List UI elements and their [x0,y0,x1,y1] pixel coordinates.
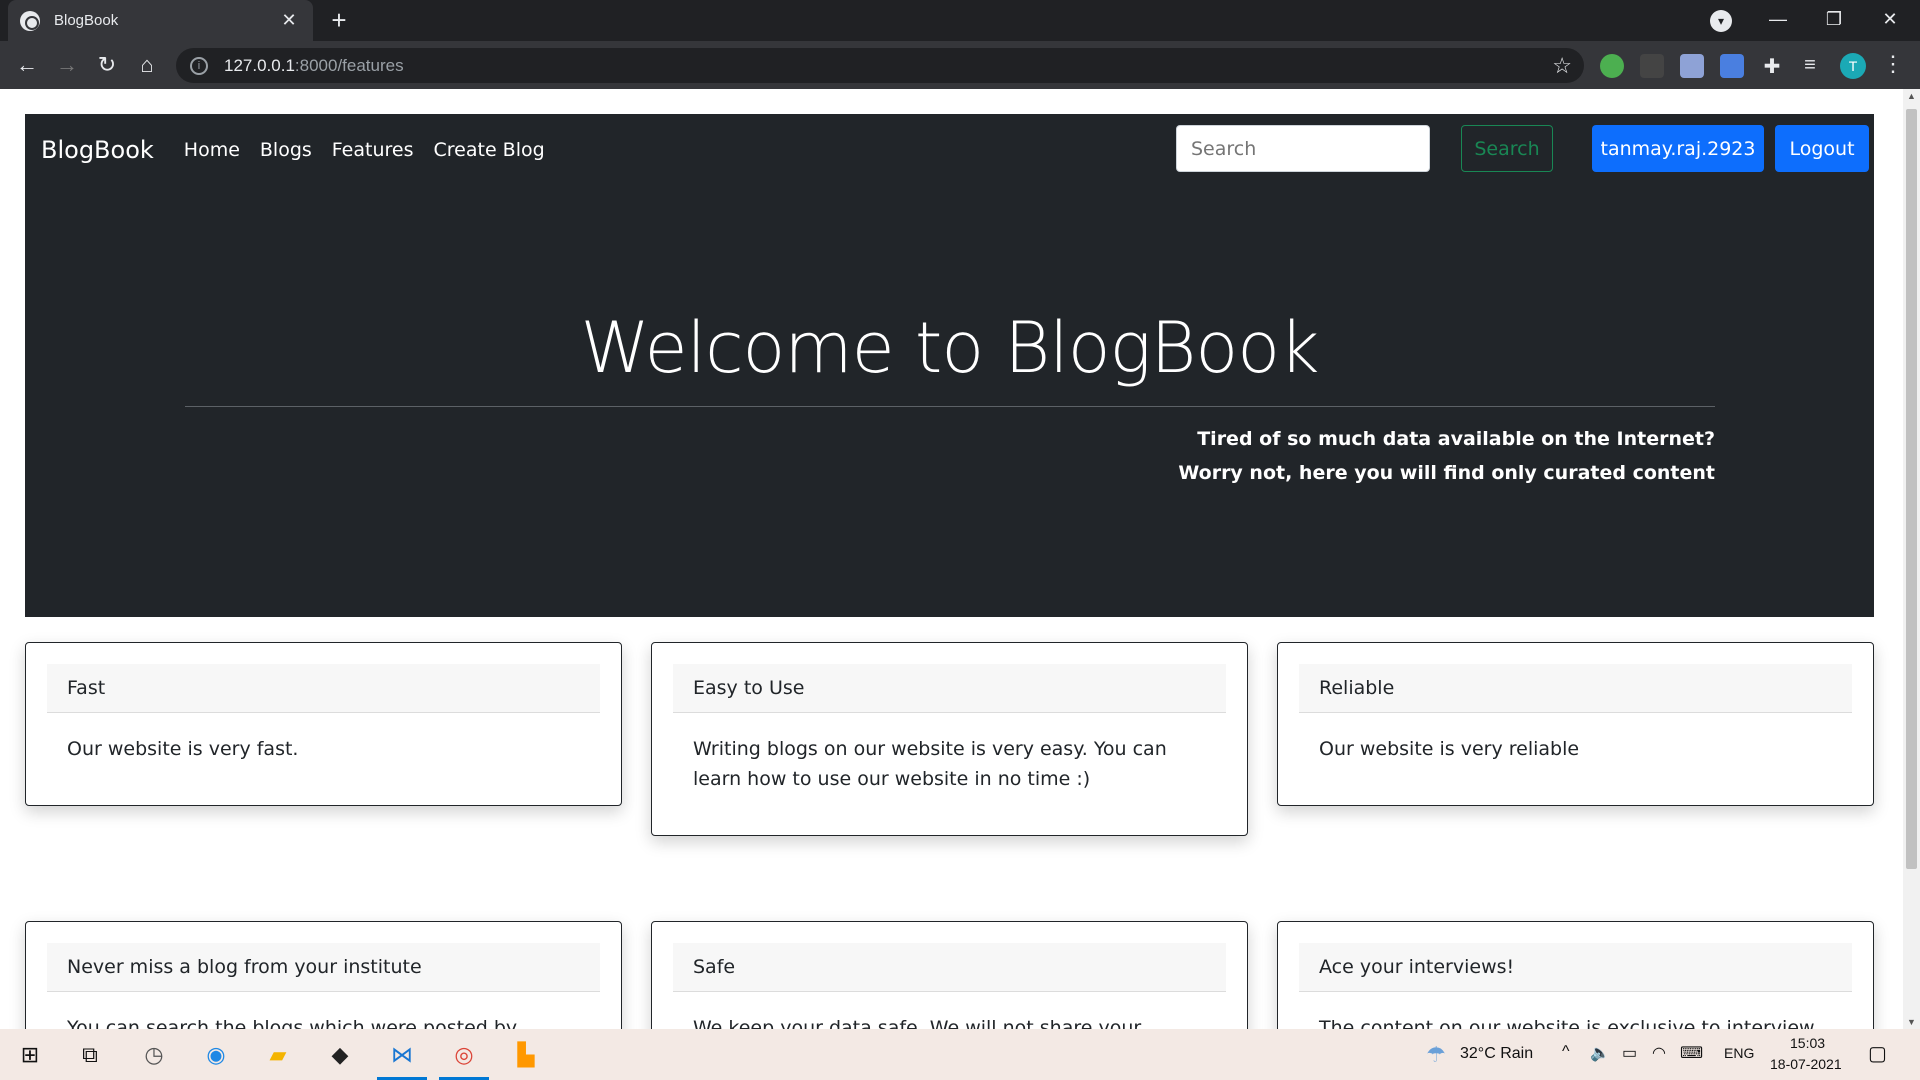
card-body: You can search the blogs which were post… [67,1017,518,1029]
scrollbar-thumb[interactable] [1906,109,1917,869]
search-button[interactable]: Search [1461,125,1553,172]
extension-glasses-icon[interactable] [1640,54,1664,78]
weather-text[interactable]: 32°C Rain [1460,1045,1533,1063]
extension-green-icon[interactable] [1600,54,1624,78]
game-app-icon[interactable]: ◆ [324,1039,356,1071]
windows-taskbar: ⊞ ⧉ ◷ ◉ ▰ ◆ ⋈ ◎ ▙ ☂ 32°C Rain ^ 🔈 ▭ ◠ ⌨ … [0,1029,1920,1080]
site-brand[interactable]: BlogBook [41,136,154,164]
feature-card: Fast Our website is very fast. [25,642,622,806]
nav-link-blogs[interactable]: Blogs [260,139,312,161]
site-navbar: BlogBook Home Blogs Features Create Blog… [25,114,1874,186]
clock-date[interactable]: 18-07-2021 [1770,1056,1842,1072]
edge-browser-icon[interactable]: ◉ [200,1039,232,1071]
url-path: :8000/features [294,55,404,75]
card-header: Safe [673,943,1226,992]
browser-toolbar: ← → ↻ ⌂ i 127.0.0.1 :8000/features ☆ ✚ ≡… [0,41,1920,89]
hero-tagline-1: Tired of so much data available on the I… [1197,428,1715,450]
sublime-text-icon[interactable]: ▙ [510,1039,542,1071]
reload-icon[interactable]: ↻ [92,51,122,81]
logout-button[interactable]: Logout [1775,125,1869,172]
browser-tabstrip: BlogBook ✕ + ▾ — ❐ ✕ [0,0,1920,41]
tab-title: BlogBook [54,12,119,29]
globe-icon [20,10,40,31]
notification-icon[interactable]: ▢ [1868,1041,1887,1066]
clock-time[interactable]: 15:03 [1790,1035,1825,1051]
card-body: Our website is very reliable [1319,738,1580,760]
extensions-puzzle-icon[interactable]: ✚ [1760,54,1784,78]
browser-menu-icon[interactable]: ⋮ [1882,51,1904,77]
site-info-icon[interactable]: i [190,56,208,75]
hero-section: BlogBook Home Blogs Features Create Blog… [25,114,1874,617]
address-bar[interactable]: i 127.0.0.1 :8000/features ☆ [176,48,1584,83]
weather-rain-icon[interactable]: ☂ [1420,1039,1452,1071]
home-icon[interactable]: ⌂ [132,51,162,81]
nav-link-home[interactable]: Home [184,139,240,161]
url-host: 127.0.0.1 [224,55,295,75]
hero-tagline-2: Worry not, here you will find only curat… [1178,462,1715,484]
chrome-icon[interactable]: ◎ [448,1039,480,1071]
feature-card: Reliable Our website is very reliable [1277,642,1874,806]
tab-close-icon[interactable]: ✕ [277,10,301,31]
profile-avatar[interactable]: T [1840,53,1866,79]
bookmark-star-icon[interactable]: ☆ [1552,53,1572,79]
translate-icon[interactable] [1720,54,1744,78]
user-button[interactable]: tanmay.raj.2923 [1592,125,1764,172]
card-header: Reliable [1299,664,1852,713]
nav-link-features[interactable]: Features [332,139,414,161]
back-icon[interactable]: ← [12,51,42,81]
windows-start-icon[interactable]: ⊞ [14,1039,46,1071]
search-input[interactable] [1176,125,1430,172]
extension-picture-icon[interactable] [1680,54,1704,78]
hero-title: Welcome to BlogBook [580,307,1319,389]
scroll-down-icon[interactable]: ▼ [1907,1017,1916,1027]
tray-chevron-icon[interactable]: ^ [1562,1043,1570,1061]
reading-list-icon[interactable]: ≡ [1798,54,1822,78]
card-header: Easy to Use [673,664,1226,713]
feature-card: Ace your interviews! The content on our … [1277,921,1874,1029]
card-header: Never miss a blog from your institute [47,943,600,992]
battery-icon[interactable]: ▭ [1622,1043,1637,1063]
scroll-up-icon[interactable]: ▲ [1907,91,1916,101]
vscode-icon[interactable]: ⋈ [386,1039,418,1071]
restore-button[interactable]: ❐ [1806,0,1862,41]
feature-card: Safe We keep your data safe. We will not… [651,921,1248,1029]
card-header: Ace your interviews! [1299,943,1852,992]
wifi-icon[interactable]: ◠ [1652,1043,1666,1063]
nav-link-create-blog[interactable]: Create Blog [434,139,545,161]
card-body: Our website is very fast. [67,738,299,760]
browser-tab[interactable]: BlogBook ✕ [8,0,313,41]
card-body: Writing blogs on our website is very eas… [693,738,1167,790]
keyboard-icon[interactable]: ⌨ [1680,1043,1703,1063]
tab-search-icon[interactable]: ▾ [1710,10,1732,32]
close-window-button[interactable]: ✕ [1862,0,1918,41]
page-scrollbar[interactable]: ▲ ▼ [1903,89,1920,1029]
task-view-icon[interactable]: ⧉ [74,1039,106,1071]
forward-icon[interactable]: → [52,51,82,81]
language-indicator[interactable]: ENG [1724,1045,1754,1061]
file-explorer-icon[interactable]: ▰ [262,1039,294,1071]
feature-card: Never miss a blog from your institute Yo… [25,921,622,1029]
card-header: Fast [47,664,600,713]
feature-card: Easy to Use Writing blogs on our website… [651,642,1248,836]
clock-app-icon[interactable]: ◷ [138,1039,170,1071]
minimize-button[interactable]: — [1750,0,1806,41]
page-viewport: BlogBook Home Blogs Features Create Blog… [0,89,1903,1029]
hero-divider [185,406,1715,407]
card-body: The content on our website is exclusive … [1319,1017,1815,1029]
new-tab-button[interactable]: + [324,6,354,36]
volume-icon[interactable]: 🔈 [1590,1043,1610,1063]
card-body: We keep your data safe. We will not shar… [693,1017,1142,1029]
